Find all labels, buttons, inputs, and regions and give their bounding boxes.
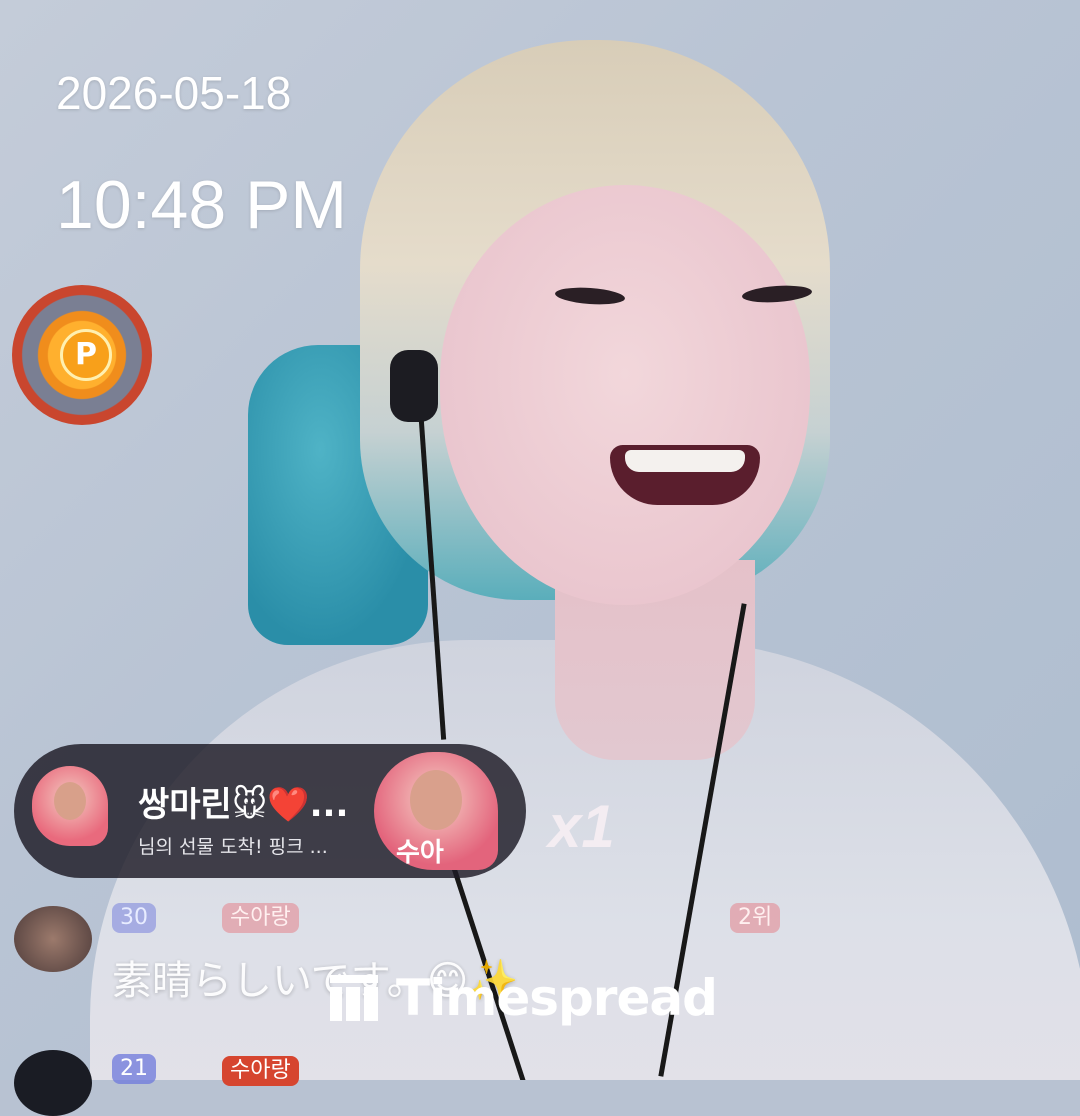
rank-badge: 2위 xyxy=(730,903,781,933)
gift-sticker-image: 수아 xyxy=(374,752,498,870)
gift-multiplier: x1 xyxy=(548,793,615,860)
overlay-time: 10:48 PM xyxy=(56,167,348,243)
streamer-mouth xyxy=(610,445,760,505)
livestream-video xyxy=(0,0,1080,1080)
points-coin-button[interactable]: P xyxy=(12,285,152,425)
watermark-text: Timespread xyxy=(396,969,718,1027)
timespread-logo-icon xyxy=(330,975,378,1021)
level-badge: 30 xyxy=(112,903,156,933)
chat-user-avatar[interactable] xyxy=(14,906,92,972)
streamer-face xyxy=(440,185,810,605)
gift-sender-name: 쌍마린🐭❤️... xyxy=(138,785,349,825)
sender-avatar[interactable] xyxy=(32,766,108,846)
gift-sticker-label: 수아 xyxy=(396,838,444,868)
fan-badge: 수아랑 xyxy=(222,903,299,933)
earbud xyxy=(390,350,438,422)
chat-user-avatar[interactable] xyxy=(14,1050,92,1116)
gift-message: 님의 선물 도착! 핑크 ... xyxy=(138,836,328,858)
fan-badge: 수아랑 xyxy=(222,1056,299,1086)
overlay-date: 2026-05-18 xyxy=(56,67,292,119)
watermark: Timespread xyxy=(330,969,718,1027)
points-coin-icon: P xyxy=(60,329,112,381)
